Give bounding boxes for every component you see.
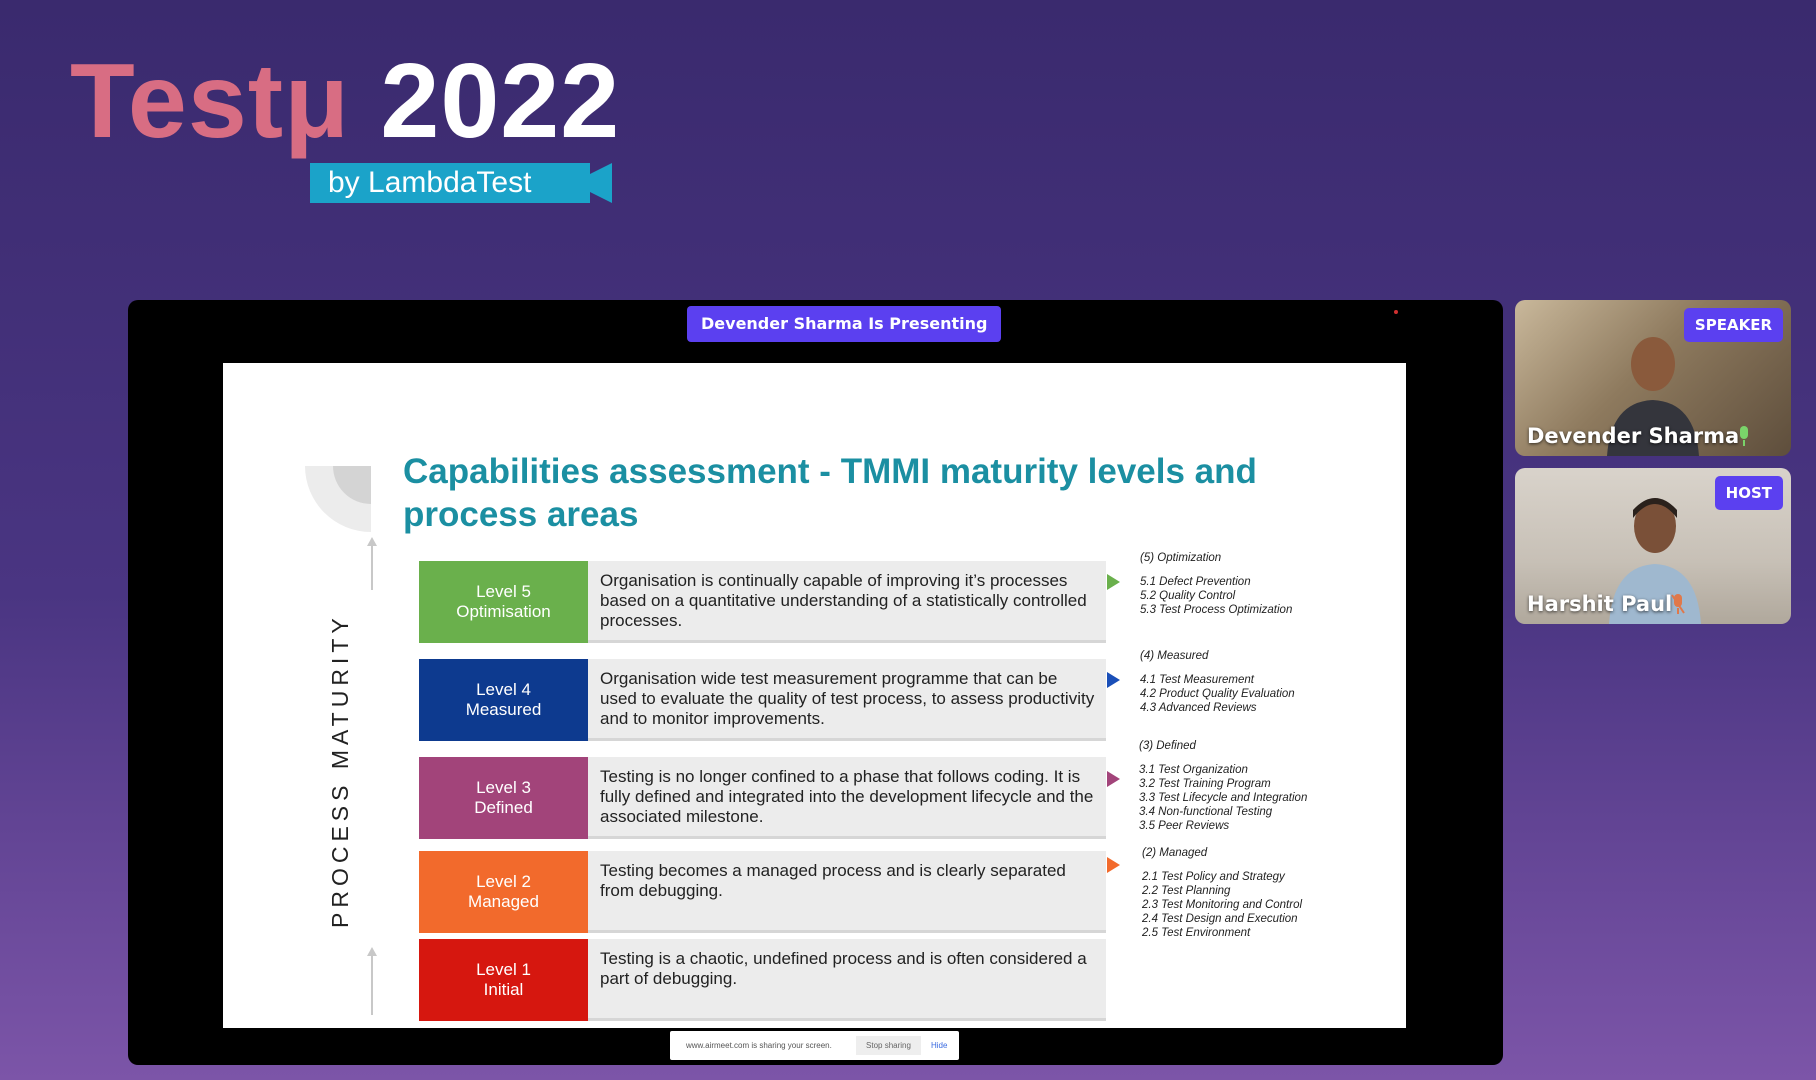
process-area-title: (4) Measured (1140, 650, 1209, 662)
process-area-item: 3.3 Test Lifecycle and Integration (1139, 792, 1308, 804)
process-area-item: 3.1 Test Organization (1139, 764, 1248, 776)
speaker-badge: SPEAKER (1683, 308, 1783, 342)
process-area-item: 3.5 Peer Reviews (1139, 820, 1230, 832)
screen-share-bar: www.airmeet.com is sharing your screen. … (670, 1031, 959, 1060)
process-area-group-3: (3) Defined 3.1 Test Organization 3.2 Te… (1139, 739, 1307, 833)
process-area-item: 5.1 Defect Prevention (1140, 576, 1251, 588)
level-row-2: Level 2 Managed Testing becomes a manage… (419, 851, 1109, 935)
process-area-item: 2.3 Test Monitoring and Control (1142, 899, 1303, 911)
process-area-item: 3.2 Test Training Program (1139, 778, 1271, 790)
level-description: Testing becomes a managed process and is… (588, 851, 1106, 933)
level-row-4: Level 4 Measured Organisation wide test … (419, 659, 1109, 743)
hide-button[interactable]: Hide (921, 1041, 947, 1050)
process-area-group-5: (5) Optimization 5.1 Defect Prevention 5… (1140, 551, 1292, 617)
process-area-group-4: (4) Measured 4.1 Test Measurement 4.2 Pr… (1140, 649, 1295, 715)
level-description: Testing is a chaotic, undefined process … (588, 939, 1106, 1021)
process-area-item: 4.2 Product Quality Evaluation (1140, 688, 1295, 700)
maturity-arrow-top-line (371, 545, 373, 590)
slide-title: Capabilities assessment - TMMI maturity … (403, 452, 1257, 534)
event-title: Testμ 2022 (70, 48, 620, 154)
process-area-title: (5) Optimization (1140, 552, 1222, 564)
level-5-arrow-icon (1107, 574, 1120, 590)
level-description: Organisation wide test measurement progr… (588, 659, 1106, 741)
event-title-name: Testμ (70, 42, 350, 160)
event-logo: Testμ 2022 by LambdaTest (70, 48, 630, 218)
mic-muted-icon (1671, 594, 1685, 614)
process-area-item: 3.4 Non-functional Testing (1139, 806, 1273, 818)
participant-tile-host[interactable]: HOST Harshit Paul (1515, 468, 1791, 624)
event-subtitle: by LambdaTest (328, 166, 532, 199)
level-description: Testing is no longer confined to a phase… (588, 757, 1106, 839)
mic-active-icon (1740, 426, 1748, 446)
participant-name: Harshit Paul (1527, 592, 1673, 616)
process-area-item: 2.2 Test Planning (1142, 885, 1231, 897)
level-label: Level 3 Defined (419, 757, 588, 839)
recording-dot (1394, 310, 1398, 314)
level-2-arrow-icon (1107, 857, 1120, 873)
level-label: Level 2 Managed (419, 851, 588, 933)
process-area-title: (3) Defined (1139, 740, 1196, 752)
process-area-item: 2.1 Test Policy and Strategy (1142, 871, 1285, 883)
level-description: Organisation is continually capable of i… (588, 561, 1106, 643)
stop-sharing-button[interactable]: Stop sharing (856, 1036, 921, 1055)
level-3-arrow-icon (1107, 771, 1120, 787)
presenting-badge: Devender Sharma Is Presenting (687, 306, 1002, 342)
process-area-title: (2) Managed (1142, 847, 1208, 859)
ribbon-notch (572, 163, 612, 203)
host-badge: HOST (1714, 476, 1783, 510)
slide-decoration-icon (305, 466, 371, 532)
process-area-group-2: (2) Managed 2.1 Test Policy and Strategy… (1142, 846, 1302, 940)
level-label: Level 4 Measured (419, 659, 588, 741)
event-title-year: 2022 (380, 42, 621, 160)
process-area-item: 4.3 Advanced Reviews (1140, 702, 1257, 714)
process-maturity-label: PROCESS MATURITY (327, 613, 353, 928)
event-subtitle-ribbon: by LambdaTest (310, 163, 612, 203)
process-area-item: 5.2 Quality Control (1140, 590, 1236, 602)
level-row-3: Level 3 Defined Testing is no longer con… (419, 757, 1109, 841)
screen-share-message: www.airmeet.com is sharing your screen. (686, 1041, 832, 1050)
level-row-5: Level 5 Optimisation Organisation is con… (419, 561, 1109, 645)
process-area-item: 2.5 Test Environment (1142, 927, 1251, 939)
participant-tile-speaker[interactable]: SPEAKER Devender Sharma (1515, 300, 1791, 456)
shared-slide: Capabilities assessment - TMMI maturity … (223, 363, 1406, 1028)
presentation-stage: Devender Sharma Is Presenting Capabiliti… (128, 300, 1503, 1065)
level-row-1: Level 1 Initial Testing is a chaotic, un… (419, 939, 1109, 1023)
level-4-arrow-icon (1107, 672, 1120, 688)
level-label: Level 5 Optimisation (419, 561, 588, 643)
process-area-item: 4.1 Test Measurement (1140, 674, 1254, 686)
process-area-item: 2.4 Test Design and Execution (1142, 913, 1298, 925)
level-label: Level 1 Initial (419, 939, 588, 1021)
maturity-arrow-bottom-line (371, 955, 373, 1015)
participant-name: Devender Sharma (1527, 424, 1740, 448)
process-area-item: 5.3 Test Process Optimization (1140, 604, 1293, 616)
